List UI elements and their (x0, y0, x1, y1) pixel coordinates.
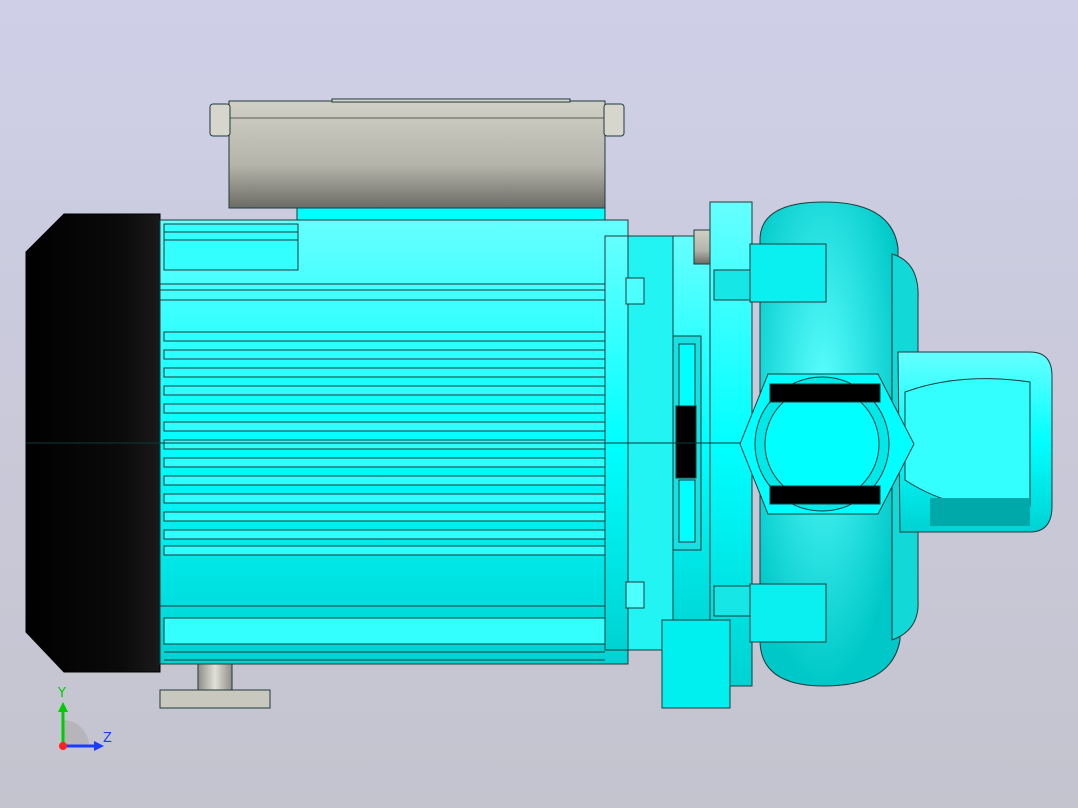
z-axis-label: Z (103, 731, 112, 746)
coordinate-triad (58, 702, 104, 751)
y-axis-label: Y (58, 686, 66, 701)
cad-viewport[interactable]: Y Z (0, 0, 1078, 808)
x-axis-dot (59, 742, 67, 750)
